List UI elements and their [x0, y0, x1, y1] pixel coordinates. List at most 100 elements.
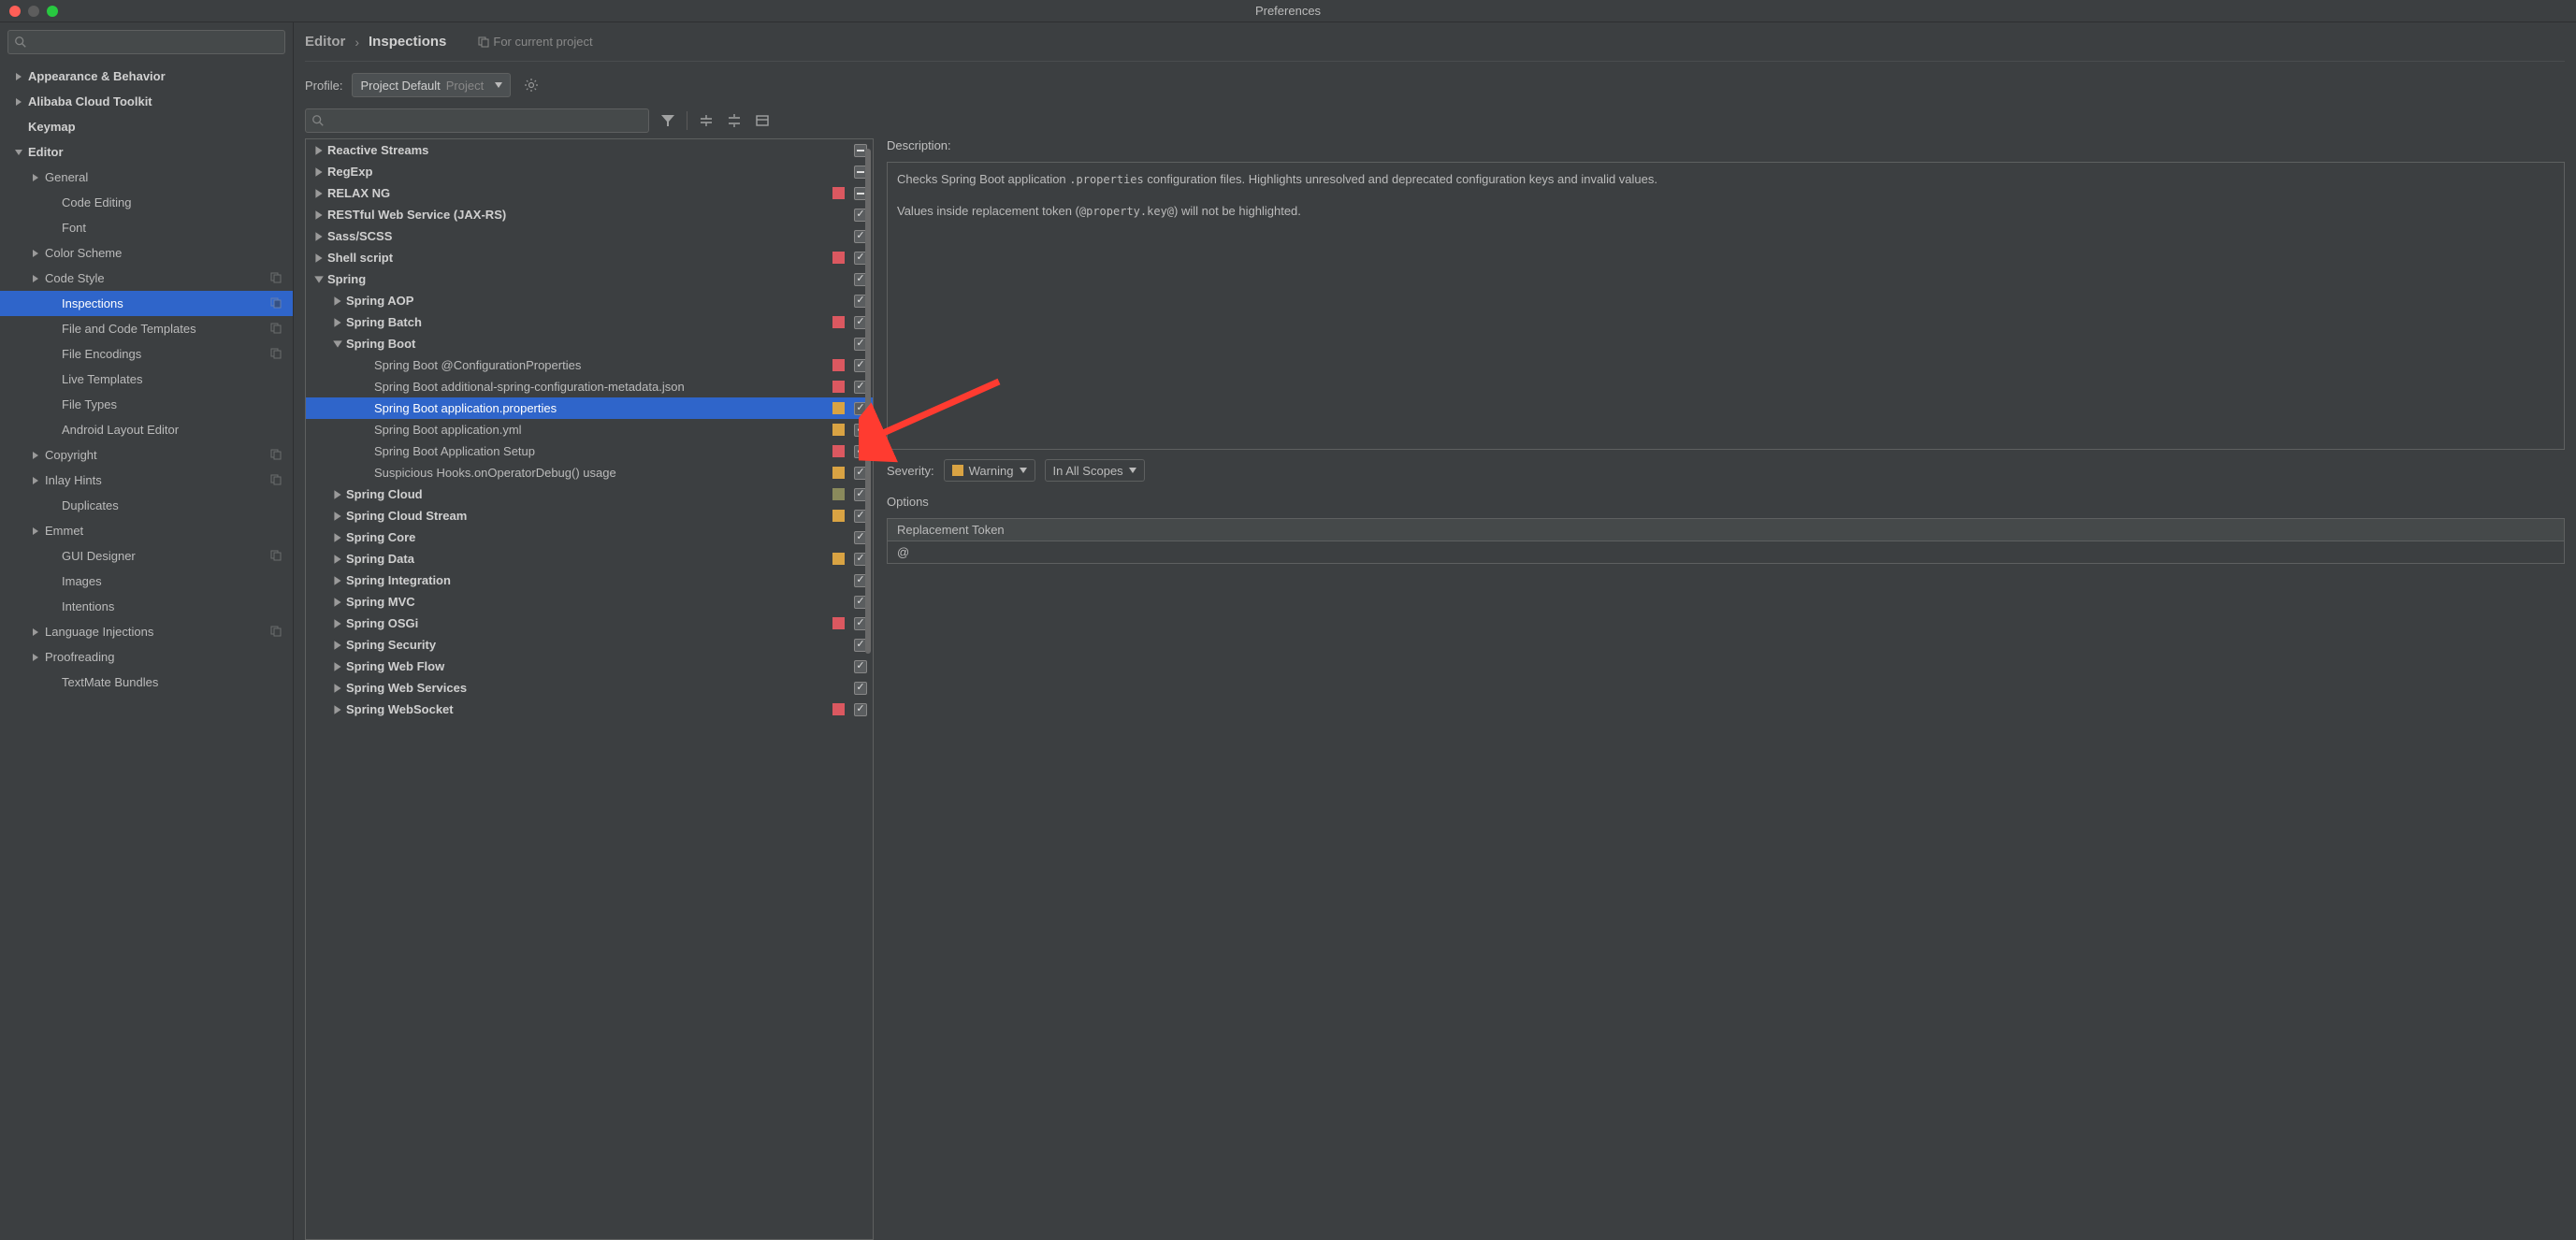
- sidebar-item[interactable]: Proofreading: [0, 644, 293, 670]
- inspection-row[interactable]: RegExp: [306, 161, 873, 182]
- inspection-label: RegExp: [327, 165, 854, 179]
- severity-combo[interactable]: Warning: [944, 459, 1035, 482]
- gear-icon[interactable]: [524, 78, 539, 93]
- scope-combo[interactable]: In All Scopes: [1045, 459, 1145, 482]
- inspection-row[interactable]: Spring Web Services: [306, 677, 873, 699]
- tree-arrow-icon: [13, 147, 24, 158]
- breadcrumb-parent[interactable]: Editor: [305, 34, 345, 50]
- filter-button[interactable]: [658, 111, 677, 130]
- tree-arrow-icon: [332, 489, 343, 500]
- collapse-all-button[interactable]: [725, 111, 744, 130]
- sidebar-item[interactable]: Language Injections: [0, 619, 293, 644]
- tree-arrow-icon: [313, 166, 325, 178]
- severity-swatch: [832, 445, 845, 457]
- sidebar-item[interactable]: Copyright: [0, 442, 293, 468]
- sidebar-item-label: Keymap: [28, 120, 293, 134]
- inspection-row[interactable]: RESTful Web Service (JAX-RS): [306, 204, 873, 225]
- inspection-row[interactable]: Spring Security: [306, 634, 873, 656]
- sidebar-item[interactable]: Alibaba Cloud Toolkit: [0, 89, 293, 114]
- inspection-row[interactable]: Spring Integration: [306, 570, 873, 591]
- sidebar-item[interactable]: Keymap: [0, 114, 293, 139]
- sidebar-item[interactable]: Intentions: [0, 594, 293, 619]
- inspection-row[interactable]: Spring Core: [306, 526, 873, 548]
- tree-arrow-icon: [332, 640, 343, 651]
- sidebar-item[interactable]: TextMate Bundles: [0, 670, 293, 695]
- sidebar-item[interactable]: File Types: [0, 392, 293, 417]
- sidebar-item[interactable]: General: [0, 165, 293, 190]
- inspection-row[interactable]: Spring AOP: [306, 290, 873, 311]
- reset-button[interactable]: [753, 111, 772, 130]
- sidebar-item[interactable]: Font: [0, 215, 293, 240]
- detail-panel: Description: Checks Spring Boot applicat…: [887, 138, 2565, 1240]
- tree-arrow-icon: [30, 627, 41, 638]
- tree-arrow-icon: [332, 661, 343, 672]
- sidebar-item[interactable]: Code Style: [0, 266, 293, 291]
- inspection-label: Spring Web Flow: [346, 659, 854, 673]
- tree-arrow-icon: [47, 298, 58, 310]
- sidebar-item[interactable]: File Encodings: [0, 341, 293, 367]
- copy-icon: [270, 323, 283, 336]
- sidebar-item[interactable]: Android Layout Editor: [0, 417, 293, 442]
- inspection-row[interactable]: Shell script: [306, 247, 873, 268]
- sidebar-item-label: Appearance & Behavior: [28, 69, 293, 83]
- sidebar-item[interactable]: Inspections: [0, 291, 293, 316]
- inspection-row[interactable]: Spring Boot additional-spring-configurat…: [306, 376, 873, 397]
- sidebar-item[interactable]: Color Scheme: [0, 240, 293, 266]
- inspection-row[interactable]: Spring Boot @ConfigurationProperties: [306, 354, 873, 376]
- inspection-label: Spring Integration: [346, 573, 854, 587]
- inspection-row[interactable]: Spring MVC: [306, 591, 873, 613]
- inspection-row[interactable]: Suspicious Hooks.onOperatorDebug() usage: [306, 462, 873, 483]
- severity-swatch: [832, 402, 845, 414]
- tree-arrow-icon: [47, 576, 58, 587]
- inspection-row[interactable]: RELAX NG: [306, 182, 873, 204]
- tree-arrow-icon: [30, 526, 41, 537]
- chevron-down-icon: [1020, 467, 1027, 474]
- sidebar-item[interactable]: Emmet: [0, 518, 293, 543]
- inspection-row[interactable]: Spring Boot Application Setup: [306, 440, 873, 462]
- description-label: Description:: [887, 138, 2565, 152]
- severity-swatch: [832, 424, 845, 436]
- inspection-row[interactable]: Spring Web Flow: [306, 656, 873, 677]
- sidebar-item[interactable]: Code Editing: [0, 190, 293, 215]
- sidebar-search-input[interactable]: [7, 30, 285, 54]
- sidebar-item-label: Copyright: [45, 448, 270, 462]
- tree-arrow-icon: [332, 339, 343, 350]
- inspection-row[interactable]: Spring Boot application.properties: [306, 397, 873, 419]
- inspection-tree[interactable]: Reactive Streams RegExp RELAX NGRESTful We…: [305, 138, 874, 1240]
- inspection-search-input[interactable]: [305, 108, 649, 133]
- sidebar-item[interactable]: File and Code Templates: [0, 316, 293, 341]
- inspection-row[interactable]: Reactive Streams: [306, 139, 873, 161]
- inspection-row[interactable]: Spring Boot application.yml: [306, 419, 873, 440]
- inspection-row[interactable]: Sass/SCSS: [306, 225, 873, 247]
- sidebar-item[interactable]: Images: [0, 569, 293, 594]
- sidebar-item[interactable]: Editor: [0, 139, 293, 165]
- sidebar-item[interactable]: Live Templates: [0, 367, 293, 392]
- tree-arrow-icon: [313, 274, 325, 285]
- inspection-label: Sass/SCSS: [327, 229, 854, 243]
- inspection-row[interactable]: Spring Cloud: [306, 483, 873, 505]
- sidebar-item-label: Proofreading: [45, 650, 293, 664]
- inspection-row[interactable]: Spring Cloud Stream: [306, 505, 873, 526]
- inspection-label: Spring Boot Application Setup: [374, 444, 832, 458]
- inspection-row[interactable]: Spring WebSocket: [306, 699, 873, 720]
- sidebar-item[interactable]: Duplicates: [0, 493, 293, 518]
- inspection-row[interactable]: Spring: [306, 268, 873, 290]
- sidebar-item-label: Android Layout Editor: [62, 423, 293, 437]
- profile-combo[interactable]: Project Default Project: [352, 73, 511, 97]
- tree-arrow-icon: [313, 188, 325, 199]
- inspection-row[interactable]: Spring Boot: [306, 333, 873, 354]
- inspection-row[interactable]: Spring Batch: [306, 311, 873, 333]
- inspection-row[interactable]: Spring OSGi: [306, 613, 873, 634]
- sidebar-item[interactable]: GUI Designer: [0, 543, 293, 569]
- options-value[interactable]: @: [888, 541, 2564, 563]
- scrollbar[interactable]: [863, 139, 873, 1239]
- content-header: Editor › Inspections For current project: [305, 22, 2565, 62]
- sidebar-item[interactable]: Appearance & Behavior: [0, 64, 293, 89]
- expand-all-button[interactable]: [697, 111, 716, 130]
- search-icon: [14, 36, 27, 49]
- tree-arrow-icon: [47, 601, 58, 613]
- tree-arrow-icon: [332, 532, 343, 543]
- tree-arrow-icon: [332, 511, 343, 522]
- sidebar-item[interactable]: Inlay Hints: [0, 468, 293, 493]
- inspection-row[interactable]: Spring Data: [306, 548, 873, 570]
